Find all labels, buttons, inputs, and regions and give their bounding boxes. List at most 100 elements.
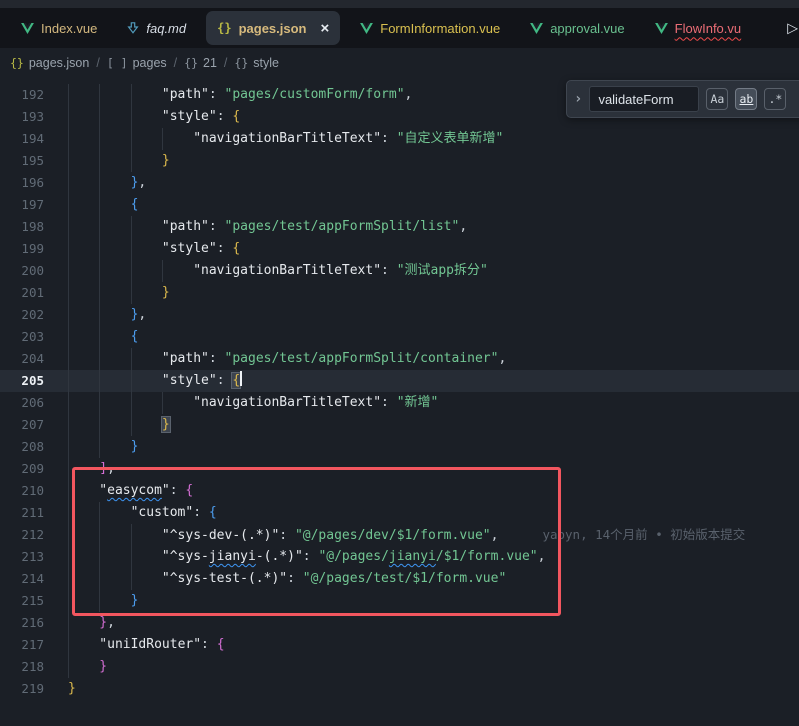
code-text[interactable]: }, bbox=[44, 172, 146, 194]
code-text[interactable]: } bbox=[44, 678, 76, 700]
code-token: , bbox=[538, 549, 546, 564]
code-token: } bbox=[131, 439, 139, 454]
indent-guide bbox=[99, 348, 130, 370]
code-token: , bbox=[405, 87, 413, 102]
find-expand-chevron-icon[interactable]: › bbox=[574, 91, 582, 107]
code-line-211: 211"custom": { bbox=[0, 502, 799, 524]
breadcrumb-item-pages[interactable]: [ ]pages bbox=[107, 56, 167, 70]
indent-guide bbox=[131, 238, 162, 260]
code-text[interactable]: "path": "pages/test/appFormSplit/list", bbox=[44, 216, 467, 238]
code-text[interactable]: { bbox=[44, 326, 138, 348]
code-text[interactable]: } bbox=[44, 656, 107, 678]
code-text[interactable]: "easycom": { bbox=[44, 480, 193, 502]
vue-logo-icon bbox=[21, 23, 34, 34]
breadcrumb-label: style bbox=[253, 56, 279, 70]
code-text[interactable]: "navigationBarTitleText": "自定义表单新增" bbox=[44, 128, 503, 150]
indent-guide bbox=[99, 304, 130, 326]
indent-guide bbox=[162, 260, 193, 282]
line-number: 192 bbox=[0, 84, 44, 106]
code-token: , bbox=[107, 461, 115, 476]
code-token: : bbox=[201, 637, 217, 652]
indent-guide bbox=[68, 502, 99, 524]
code-text[interactable]: } bbox=[44, 282, 170, 304]
code-text[interactable]: "navigationBarTitleText": "新增" bbox=[44, 392, 438, 414]
tab-label: FlowInfo.vu bbox=[675, 21, 741, 36]
code-text[interactable]: }, bbox=[44, 612, 115, 634]
code-token: "自定义表单新增" bbox=[397, 131, 504, 146]
indent-guide bbox=[68, 150, 99, 172]
breadcrumb-label: pages.json bbox=[29, 56, 89, 70]
find-input[interactable] bbox=[589, 86, 699, 112]
indent-guide bbox=[99, 106, 130, 128]
line-number: 208 bbox=[0, 436, 44, 458]
code-text[interactable]: "^sys-test-(.*)": "@/pages/test/$1/form.… bbox=[44, 568, 506, 590]
indent-guide bbox=[131, 106, 162, 128]
code-token: : bbox=[193, 505, 209, 520]
code-text[interactable]: } bbox=[44, 414, 170, 436]
tab-overflow-chevron-icon[interactable]: ▷ bbox=[787, 20, 798, 37]
indent-guide bbox=[131, 348, 162, 370]
code-token: : bbox=[209, 351, 225, 366]
code-text[interactable]: { bbox=[44, 194, 138, 216]
code-text[interactable]: "style": { bbox=[44, 370, 242, 392]
indent-guide bbox=[68, 326, 99, 348]
vue-logo-icon bbox=[655, 23, 668, 34]
code-token: { bbox=[131, 329, 139, 344]
vue-logo-icon bbox=[530, 23, 543, 34]
breadcrumb-item-21[interactable]: {}21 bbox=[184, 56, 217, 70]
indent-guide bbox=[99, 194, 130, 216]
code-text[interactable]: "path": "pages/customForm/form", bbox=[44, 84, 412, 106]
breadcrumb: {}pages.json/[ ]pages/{}21/{}style bbox=[0, 48, 799, 78]
code-text[interactable]: "style": { bbox=[44, 106, 240, 128]
code-text[interactable]: } bbox=[44, 590, 138, 612]
code-line-200: 200"navigationBarTitleText": "测试app拆分" bbox=[0, 260, 799, 282]
code-token: { bbox=[232, 373, 240, 388]
markdown-arrow-icon bbox=[127, 22, 139, 34]
code-text[interactable]: "navigationBarTitleText": "测试app拆分" bbox=[44, 260, 488, 282]
tab-close-icon[interactable]: × bbox=[321, 21, 330, 36]
code-text[interactable]: }, bbox=[44, 304, 146, 326]
tab-approval-vue[interactable]: approval.vue bbox=[515, 8, 639, 48]
find-widget: › Aa ab .* bbox=[566, 80, 799, 118]
line-number: 205 bbox=[0, 370, 44, 392]
indent-guide bbox=[68, 480, 99, 502]
regex-label: .* bbox=[769, 92, 783, 106]
code-token: } bbox=[131, 593, 139, 608]
code-token: { bbox=[185, 483, 193, 498]
indent-guide bbox=[68, 128, 99, 150]
tab-flowinfo-vu[interactable]: FlowInfo.vu bbox=[640, 8, 756, 48]
code-text[interactable]: "^sys-dev-(.*)": "@/pages/dev/$1/form.vu… bbox=[44, 524, 745, 546]
indent-guide bbox=[68, 194, 99, 216]
tab-faq-md[interactable]: faq.md bbox=[112, 8, 201, 48]
code-token: easycom bbox=[107, 483, 162, 498]
code-text[interactable]: "custom": { bbox=[44, 502, 217, 524]
indent-guide bbox=[68, 612, 99, 634]
regex-button[interactable]: .* bbox=[764, 88, 786, 110]
code-text[interactable]: "^sys-jianyi-(.*)": "@/pages/jianyi/$1/f… bbox=[44, 546, 545, 568]
line-number: 211 bbox=[0, 502, 44, 524]
code-text[interactable]: } bbox=[44, 150, 170, 172]
indent-guide bbox=[99, 414, 130, 436]
code-line-219: 219} bbox=[0, 678, 799, 700]
tab-index-vue[interactable]: Index.vue bbox=[6, 8, 112, 48]
code-text[interactable]: } bbox=[44, 436, 138, 458]
code-text[interactable]: "uniIdRouter": { bbox=[44, 634, 225, 656]
breadcrumb-item-pages-json[interactable]: {}pages.json bbox=[10, 56, 89, 70]
tab-forminformation-vue[interactable]: FormInformation.vue bbox=[345, 8, 515, 48]
code-text[interactable]: ], bbox=[44, 458, 115, 480]
line-number: 193 bbox=[0, 106, 44, 128]
breadcrumb-item-style[interactable]: {}style bbox=[234, 56, 279, 70]
code-token: : bbox=[170, 483, 186, 498]
match-case-button[interactable]: Aa bbox=[706, 88, 728, 110]
tab-pages-json[interactable]: {}pages.json× bbox=[206, 11, 340, 45]
code-line-195: 195} bbox=[0, 150, 799, 172]
code-text[interactable]: "style": { bbox=[44, 238, 240, 260]
code-token: /$1/form.vue" bbox=[436, 549, 538, 564]
code-token: : bbox=[209, 87, 225, 102]
indent-guide bbox=[131, 546, 162, 568]
code-editor[interactable]: 192"path": "pages/customForm/form",193"s… bbox=[0, 78, 799, 726]
whole-word-button[interactable]: ab bbox=[735, 88, 757, 110]
indent-guide bbox=[68, 260, 99, 282]
line-number: 203 bbox=[0, 326, 44, 348]
code-text[interactable]: "path": "pages/test/appFormSplit/contain… bbox=[44, 348, 506, 370]
